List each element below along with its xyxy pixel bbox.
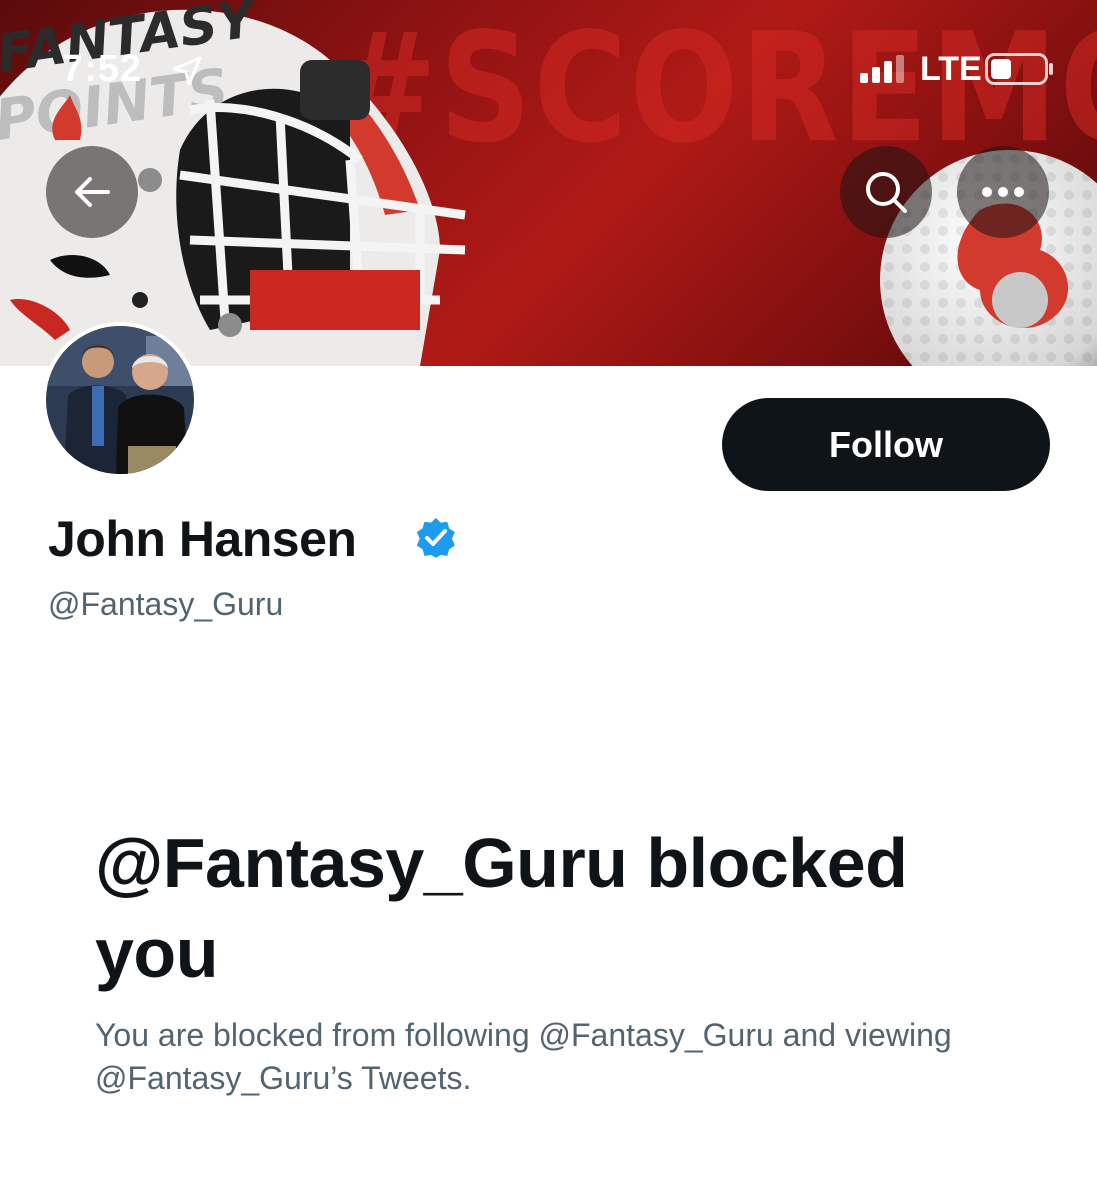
search-button[interactable]: [840, 146, 932, 238]
verified-badge-icon: [416, 517, 455, 558]
back-arrow-icon: [75, 177, 110, 207]
status-time: 7:52: [62, 48, 143, 90]
avatar-photo: [46, 326, 194, 474]
battery-icon: [985, 53, 1053, 85]
more-options-button[interactable]: [957, 146, 1049, 238]
back-button[interactable]: [46, 146, 138, 238]
profile-display-name: John Hansen: [48, 511, 357, 567]
blocked-notice-description: You are blocked from following @Fantasy_…: [95, 1017, 952, 1096]
cellular-signal-icon: [860, 55, 904, 83]
location-arrow-icon: [172, 56, 202, 86]
blocked-notice-title: @Fantasy_Guru blocked you: [95, 824, 908, 992]
more-dots-icon: [982, 187, 1024, 197]
profile-handle: @Fantasy_Guru: [48, 586, 284, 622]
network-type-label: LTE: [920, 50, 982, 88]
search-icon: [866, 172, 907, 213]
profile-avatar[interactable]: [42, 322, 198, 478]
follow-button[interactable]: Follow: [722, 398, 1050, 491]
